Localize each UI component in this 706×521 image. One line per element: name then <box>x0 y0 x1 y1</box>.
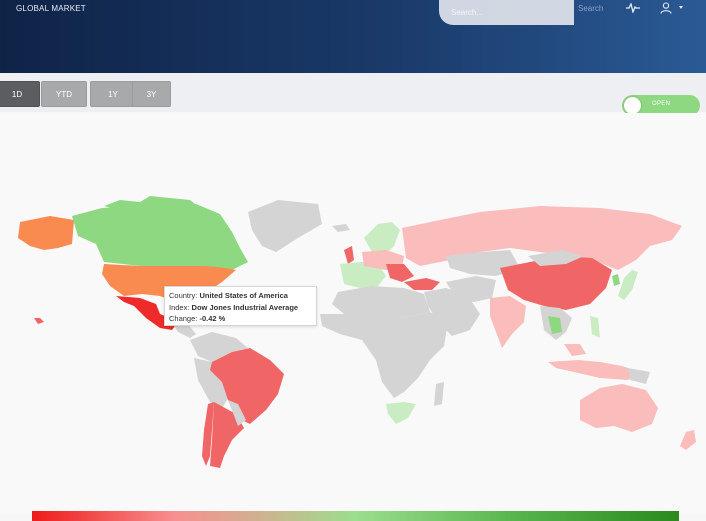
country-greenland[interactable] <box>248 200 322 252</box>
country-alaska-usa[interactable] <box>18 216 74 250</box>
country-canada[interactable] <box>72 204 248 270</box>
country-korea[interactable] <box>612 274 620 286</box>
country-new-zealand[interactable] <box>680 430 696 450</box>
app-title: GLOBAL MARKET <box>16 4 86 13</box>
country-uk[interactable] <box>344 246 354 264</box>
range-tab-ytd[interactable]: YTD <box>41 81 87 107</box>
range-tab-1y[interactable]: 1Y <box>90 81 136 107</box>
tooltip-index-line: Index: Dow Jones Industrial Average <box>169 302 312 314</box>
search-button[interactable]: Search <box>578 4 603 13</box>
country-madagascar[interactable] <box>434 382 444 406</box>
country-turkey[interactable] <box>404 278 440 290</box>
country-india[interactable] <box>490 296 526 348</box>
toggle-knob <box>624 97 641 114</box>
toggle-label: OPEN <box>652 101 671 107</box>
country-japan[interactable] <box>618 270 638 300</box>
top-header: GLOBAL MARKET Search <box>0 0 706 73</box>
country-png[interactable] <box>628 368 650 384</box>
world-map: Country: United States of America Index:… <box>0 113 706 513</box>
country-malaysia[interactable] <box>564 344 586 356</box>
search-input[interactable] <box>439 0 574 25</box>
tooltip-change-label: Change: <box>169 314 198 323</box>
range-tab-1d[interactable]: 1D <box>0 81 40 107</box>
chevron-down-icon[interactable] <box>679 6 683 9</box>
tooltip-country-line: Country: United States of America <box>169 290 312 302</box>
tooltip-change-value: -0.42 % <box>199 314 226 323</box>
activity-pulse-icon[interactable] <box>626 3 640 13</box>
range-tab-3y[interactable]: 3Y <box>132 81 171 107</box>
country-philippines[interactable] <box>590 316 600 338</box>
country-canada-islands[interactable] <box>104 196 200 210</box>
country-australia[interactable] <box>580 384 658 432</box>
tooltip-index-label: Index: <box>169 302 190 312</box>
country-tooltip: Country: United States of America Index:… <box>164 286 317 326</box>
country-north-africa[interactable] <box>332 286 430 318</box>
country-eastern-europe[interactable] <box>386 264 414 282</box>
tooltip-change-line: Change: -0.42 % <box>169 313 312 325</box>
tooltip-index-value: Dow Jones Industrial Average <box>191 302 299 312</box>
tooltip-country-value: United States of America <box>199 291 288 300</box>
country-south-africa[interactable] <box>386 402 416 424</box>
tooltip-country-label: Country: <box>169 291 198 300</box>
world-map-svg <box>18 196 696 468</box>
range-toolbar: 1D YTD 1Y 3Y <box>0 73 706 112</box>
country-hawaii[interactable] <box>34 318 44 324</box>
country-iceland[interactable] <box>332 224 350 232</box>
color-scale-legend <box>32 511 679 521</box>
country-central-africa[interactable] <box>320 312 448 398</box>
search-box[interactable] <box>439 0 574 25</box>
user-icon[interactable] <box>660 2 672 14</box>
country-indonesia[interactable] <box>548 360 640 380</box>
